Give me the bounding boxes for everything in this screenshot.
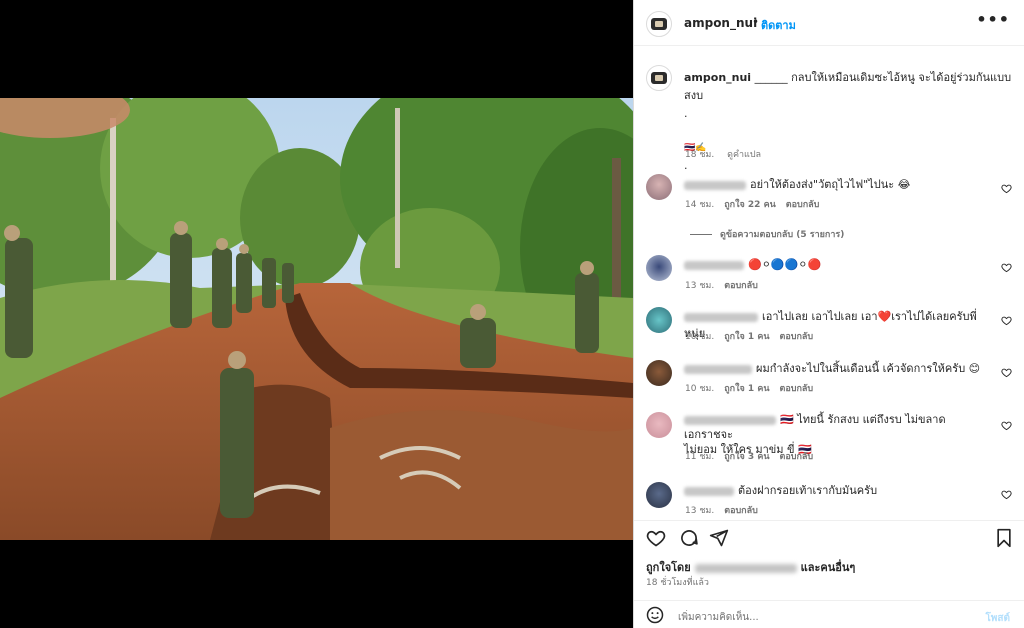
- comment-likes[interactable]: ถูกใจ 3 คน: [724, 452, 769, 462]
- reply-button[interactable]: ตอบกลับ: [780, 452, 814, 462]
- comment-avatar[interactable]: [646, 360, 672, 386]
- translate-link[interactable]: ดูคำแปล: [727, 150, 761, 160]
- comment-avatar[interactable]: [646, 255, 672, 281]
- add-comment-bar: โพสต์: [634, 600, 1024, 628]
- post-photo[interactable]: [0, 98, 633, 540]
- comment-username[interactable]: [684, 486, 734, 496]
- comment-username[interactable]: [684, 415, 776, 425]
- view-replies-link[interactable]: ดูข้อความตอบกลับ (5 รายการ): [690, 227, 844, 241]
- add-comment-input[interactable]: [678, 607, 968, 627]
- caption-line2: .: [684, 107, 688, 120]
- comment-text: ต้องฝากรอยเท้าเรากับมันครับ: [684, 482, 984, 499]
- reply-button[interactable]: ตอบกลับ: [724, 506, 758, 516]
- comment-heart-icon[interactable]: [1001, 315, 1012, 326]
- comment-meta: 13 ชม. ตอบกลับ: [685, 506, 758, 516]
- comment-heart-icon[interactable]: [1001, 367, 1012, 378]
- action-bar: [634, 520, 1024, 560]
- caption-username[interactable]: ampon_nui: [684, 71, 751, 84]
- liked-by-user[interactable]: [694, 563, 797, 573]
- post-panel: ampon_nui • ติดตาม ••• ampon_nui ______ …: [633, 0, 1024, 628]
- comment-text: 🔴⚪🔵🔵⚪🔴: [684, 256, 984, 273]
- heart-icon[interactable]: [646, 528, 666, 548]
- reply-button[interactable]: ตอบกลับ: [724, 281, 758, 291]
- comment-username[interactable]: [684, 364, 752, 374]
- comment-meta: 14 ชม. ถูกใจ 22 คน ตอบกลับ: [685, 200, 820, 210]
- comment-icon[interactable]: [679, 528, 699, 548]
- comment-username[interactable]: [684, 180, 746, 190]
- comment-text: อย่าให้ต้องส่ง"วัตถุไวไฟ"ไปนะ 😂: [684, 176, 984, 193]
- author-username[interactable]: ampon_nui: [684, 16, 757, 30]
- comment-avatar[interactable]: [646, 307, 672, 333]
- comment-meta: 10 ชม. ถูกใจ 1 คน ตอบกลับ: [685, 384, 814, 394]
- post-comment-button[interactable]: โพสต์: [985, 611, 1010, 626]
- follow-button[interactable]: ติดตาม: [761, 16, 796, 34]
- comment-meta: 11 ชม. ถูกใจ 3 คน ตอบกลับ: [685, 452, 814, 462]
- post-time-ago[interactable]: 18 ชั่วโมงที่แล้ว: [646, 575, 709, 589]
- separator-dot: •: [752, 15, 760, 29]
- bookmark-icon[interactable]: [995, 528, 1013, 548]
- comment-text: ผมกำลังจะไปในสิ้นเดือนนี้ เค้วจัดการให้ค…: [684, 360, 984, 377]
- more-icon[interactable]: •••: [976, 10, 1010, 29]
- comment-username[interactable]: [684, 312, 758, 322]
- comment-username[interactable]: [684, 260, 744, 270]
- comment-avatar[interactable]: [646, 174, 672, 200]
- liked-by-label: ถูกใจโดย: [646, 561, 691, 574]
- reply-button[interactable]: ตอบกลับ: [780, 332, 814, 342]
- comment-likes[interactable]: ถูกใจ 1 คน: [724, 384, 769, 394]
- likes-summary: ถูกใจโดย และคนอื่นๆ: [646, 558, 855, 576]
- comment-meta: 10 ชม. ถูกใจ 1 คน ตอบกลับ: [685, 332, 814, 342]
- comment-meta: 13 ชม. ตอบกลับ: [685, 281, 758, 291]
- comment-heart-icon[interactable]: [1001, 420, 1012, 431]
- comment-heart-icon[interactable]: [1001, 489, 1012, 500]
- caption-avatar[interactable]: [646, 65, 672, 91]
- photo-soldiers-trench: [0, 98, 633, 540]
- comment-heart-icon[interactable]: [1001, 262, 1012, 273]
- comment-avatar[interactable]: [646, 482, 672, 508]
- comment-likes[interactable]: ถูกใจ 1 คน: [724, 332, 769, 342]
- emoji-icon[interactable]: [646, 606, 664, 624]
- caption-time: 18 ชม.: [685, 150, 715, 160]
- comment-likes[interactable]: ถูกใจ 22 คน: [724, 200, 776, 210]
- share-icon[interactable]: [709, 528, 729, 548]
- comment-avatar[interactable]: [646, 412, 672, 438]
- post-media: [0, 0, 633, 628]
- caption-meta: 18 ชม. ดูคำแปล: [685, 147, 771, 161]
- and-others-link[interactable]: และคนอื่นๆ: [801, 561, 856, 574]
- post-header: ampon_nui • ติดตาม •••: [634, 0, 1024, 46]
- author-avatar[interactable]: [646, 11, 672, 37]
- reply-button[interactable]: ตอบกลับ: [780, 384, 814, 394]
- comment-heart-icon[interactable]: [1001, 183, 1012, 194]
- reply-button[interactable]: ตอบกลับ: [786, 200, 820, 210]
